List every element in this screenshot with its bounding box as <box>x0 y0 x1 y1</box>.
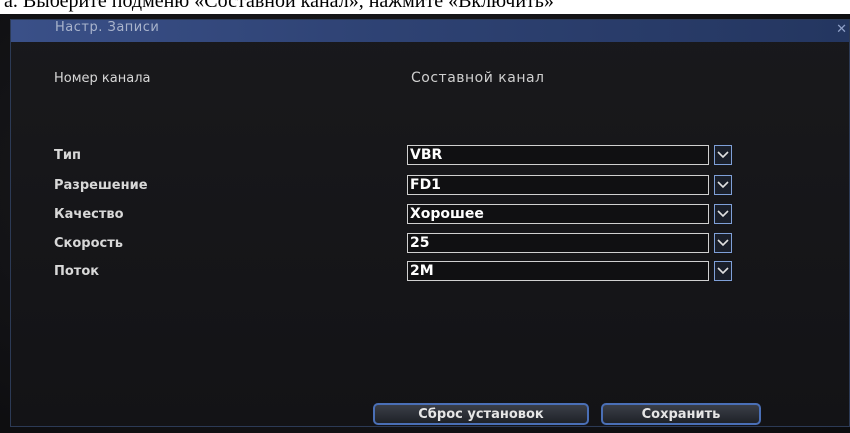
stream-dropdown-button[interactable] <box>714 261 732 281</box>
quality-label: Качество <box>54 207 124 222</box>
type-dropdown-button[interactable] <box>714 145 732 165</box>
reset-settings-button[interactable]: Сброс установок <box>373 403 589 425</box>
type-value: VBR <box>410 147 443 163</box>
quality-dropdown-button[interactable] <box>714 204 732 224</box>
save-button[interactable]: Сохранить <box>601 403 761 425</box>
close-icon[interactable]: ✕ <box>836 22 847 37</box>
chevron-down-icon <box>717 210 729 218</box>
resolution-label: Разрешение <box>54 178 148 193</box>
chevron-down-icon <box>717 239 729 247</box>
framerate-label: Скорость <box>54 236 123 251</box>
dvr-screen: Настр. Записи ✕ Номер канала Составной к… <box>0 14 850 433</box>
type-label: Тип <box>54 148 81 163</box>
type-select[interactable]: VBR <box>407 145 709 165</box>
framerate-dropdown-button[interactable] <box>714 233 732 253</box>
quality-select[interactable]: Хорошее <box>407 204 709 224</box>
resolution-select[interactable]: FD1 <box>407 175 709 195</box>
stream-label: Поток <box>54 264 100 279</box>
quality-value: Хорошее <box>410 206 484 222</box>
resolution-value: FD1 <box>410 177 441 193</box>
channel-number-label: Номер канала <box>54 71 151 86</box>
record-settings-dialog: Настр. Записи ✕ Номер канала Составной к… <box>10 19 850 427</box>
chevron-down-icon <box>717 267 729 275</box>
chevron-down-icon <box>717 181 729 189</box>
stream-select[interactable]: 2M <box>407 261 709 281</box>
resolution-dropdown-button[interactable] <box>714 175 732 195</box>
chevron-down-icon <box>717 151 729 159</box>
dialog-title: Настр. Записи <box>55 20 160 35</box>
caption-text: а. Выберите подменю «Составной канал», н… <box>4 0 554 12</box>
framerate-select[interactable]: 25 <box>407 233 709 253</box>
dialog-titlebar: Настр. Записи ✕ <box>11 20 849 42</box>
channel-number-value[interactable]: Составной канал <box>411 70 545 86</box>
stream-value: 2M <box>410 263 434 279</box>
framerate-value: 25 <box>410 235 430 251</box>
